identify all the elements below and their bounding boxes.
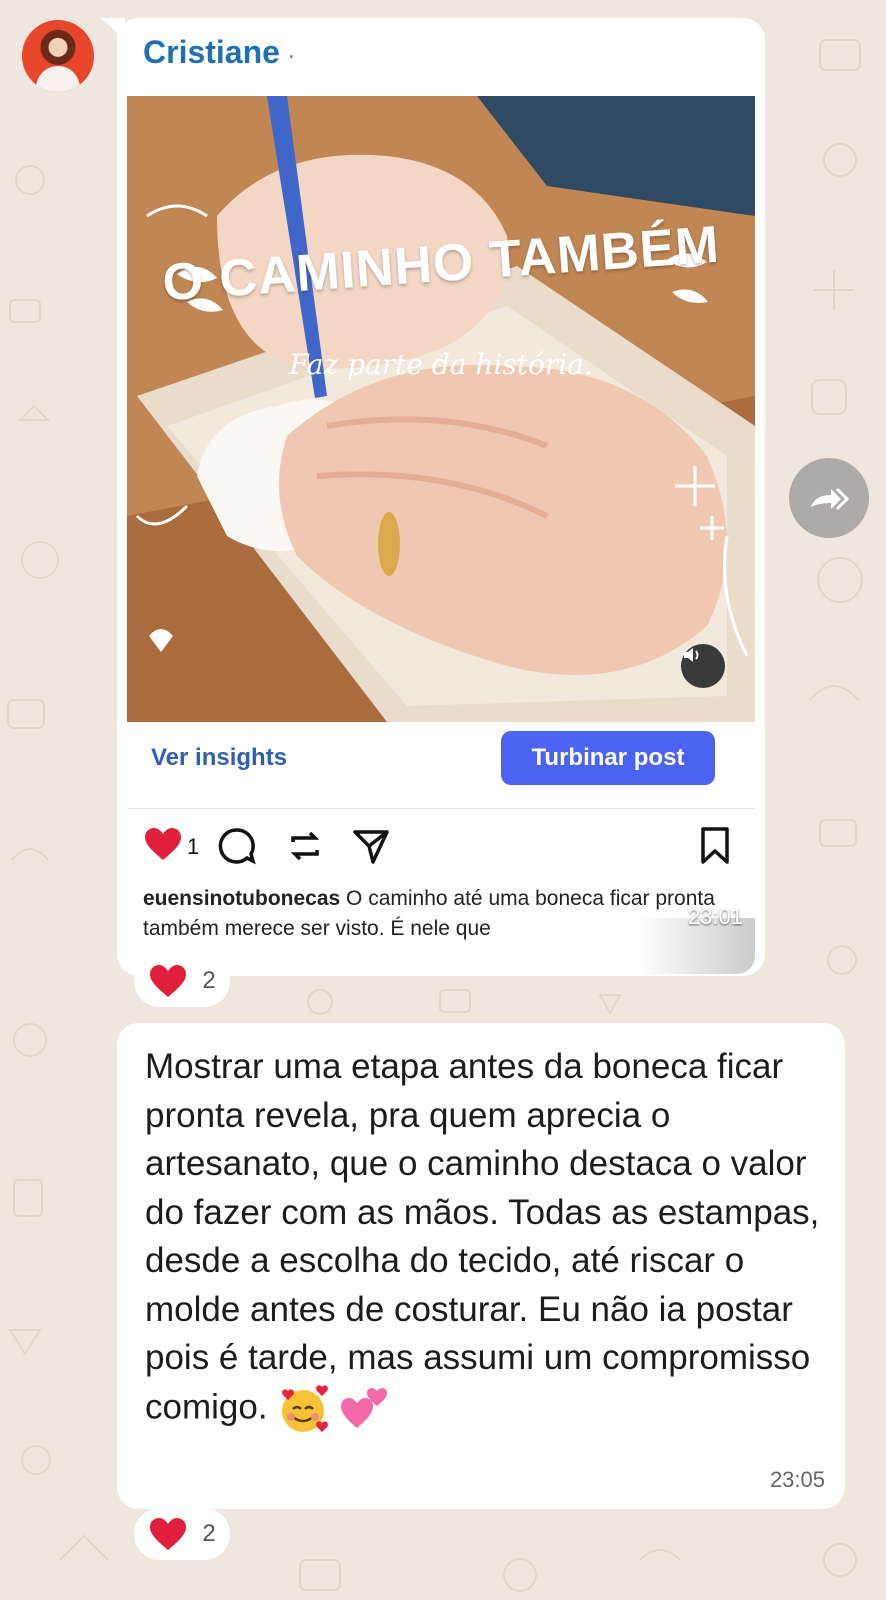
boost-post-button[interactable]: Turbinar post (501, 731, 715, 785)
post-video[interactable]: O CAMINHO TAMBÉM Faz parte da história. (127, 96, 755, 722)
avatar[interactable] (22, 20, 94, 92)
sender-name-suffix: · (288, 47, 295, 67)
post-video-frame (127, 96, 755, 722)
heart-reaction-icon (150, 965, 187, 997)
two-hearts-icon (341, 1387, 388, 1428)
message-reaction[interactable]: 2 (134, 955, 230, 1007)
heart-reaction-icon (150, 1518, 187, 1550)
reaction-count: 2 (202, 1520, 216, 1547)
comment-icon[interactable] (217, 826, 257, 866)
heart-icon[interactable] (143, 826, 183, 866)
bookmark-icon[interactable] (697, 826, 733, 866)
sender-name[interactable]: Cristiane · (143, 34, 295, 71)
message-reaction[interactable]: 2 (134, 1508, 230, 1560)
message-body-text: Mostrar uma etapa antes da boneca ficar … (145, 1047, 820, 1426)
reaction-count: 2 (202, 967, 216, 994)
sender-name-text: Cristiane (143, 34, 280, 70)
send-icon[interactable] (351, 826, 391, 866)
divider (127, 808, 755, 809)
caption-username[interactable]: euensinotubonecas (143, 887, 340, 910)
forward-icon[interactable] (789, 458, 869, 538)
like-count: 1 (187, 834, 200, 859)
shared-post-message[interactable]: Cristiane · O CAMINHO TAMBÉM Faz parte d… (117, 18, 765, 976)
view-insights-link[interactable]: Ver insights (151, 744, 287, 772)
post-overlay-subtitle: Faz parte da história. (289, 348, 593, 381)
post-action-bar: 1 (143, 826, 743, 872)
text-message[interactable]: Mostrar uma etapa antes da boneca ficar … (117, 1023, 845, 1509)
avatar-figure (36, 66, 80, 92)
repost-icon[interactable] (285, 826, 325, 866)
smiling-face-with-hearts-icon (282, 1384, 329, 1432)
message-time: 23:01 (687, 904, 743, 929)
message-body: Mostrar uma etapa antes da boneca ficar … (145, 1043, 835, 1435)
message-time: 23:05 (769, 1467, 825, 1492)
speaker-icon[interactable] (681, 644, 725, 688)
